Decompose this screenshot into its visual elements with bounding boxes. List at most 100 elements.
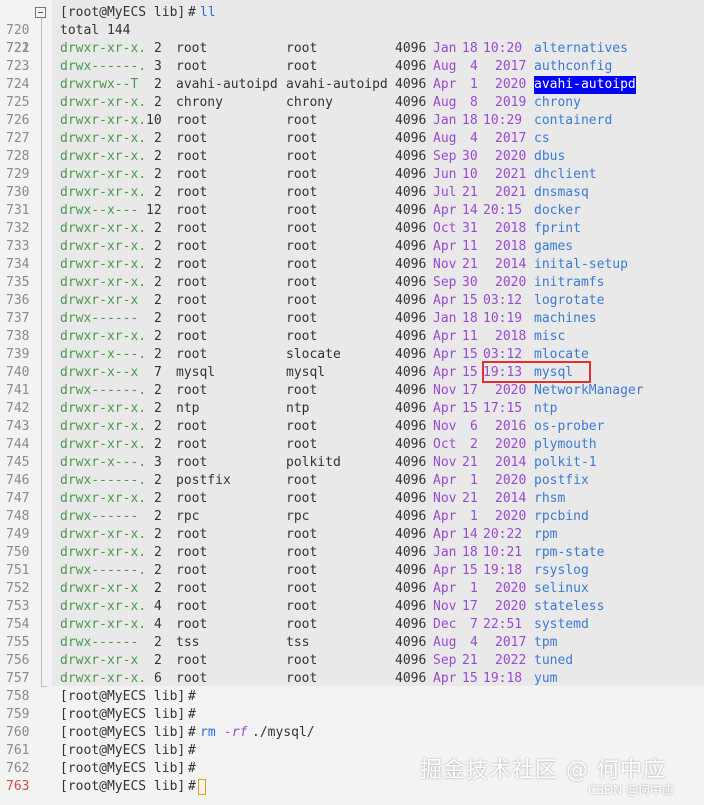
file-size: 4096 bbox=[395, 581, 427, 596]
group: root bbox=[286, 293, 318, 308]
watermark-juejin: 掘金技术社区 @ 何中应 bbox=[420, 758, 666, 783]
directory-name: systemd bbox=[534, 617, 589, 632]
month: Aug bbox=[433, 95, 457, 110]
permissions: drwx------ bbox=[60, 509, 139, 524]
listing-row: 740 drwxr-x--x 7 mysql mysql 4096 Apr 15 19:13 my… bbox=[0, 364, 704, 382]
time-or-year: 2018 bbox=[495, 239, 527, 254]
group: root bbox=[286, 311, 318, 326]
permissions: drwxr-xr-x. bbox=[60, 239, 147, 254]
line-number: 751 bbox=[6, 563, 30, 578]
group: root bbox=[286, 167, 318, 182]
owner: root bbox=[176, 653, 208, 668]
directory-name: logrotate bbox=[534, 293, 605, 308]
line-number: 757 bbox=[6, 671, 30, 686]
listing-row: 750 drwxr-xr-x. 2 root root 4096 Jan 18 10:21 rpm… bbox=[0, 544, 704, 562]
day: 15 bbox=[462, 563, 478, 578]
directory-name: alternatives bbox=[534, 41, 628, 56]
rm-flag: -rf bbox=[224, 725, 248, 740]
listing-row: 722 drwxr-xr-x. 2 root root 4096 Jan 18 10:20 alt… bbox=[0, 40, 704, 58]
terminal-window[interactable]: 720 [root@MyECS lib] # ll 721 total 144 … bbox=[0, 0, 704, 805]
day: 17 bbox=[462, 599, 478, 614]
shell-prompt: [root@MyECS lib] bbox=[60, 707, 186, 722]
group: root bbox=[286, 383, 318, 398]
file-size: 4096 bbox=[395, 113, 427, 128]
file-size: 4096 bbox=[395, 167, 427, 182]
day: 15 bbox=[462, 347, 478, 362]
listing-row: 742 drwxr-xr-x. 2 ntp ntp 4096 Apr 15 17:15 ntp bbox=[0, 400, 704, 418]
listing-row: 731 drwx--x--- 12 root root 4096 Apr 14 20:15 doc… bbox=[0, 202, 704, 220]
month: Apr bbox=[433, 563, 457, 578]
file-size: 4096 bbox=[395, 365, 427, 380]
day: 4 bbox=[470, 131, 478, 146]
owner: root bbox=[176, 167, 208, 182]
permissions: drwxr-xr-x. bbox=[60, 491, 147, 506]
owner: root bbox=[176, 329, 208, 344]
file-size: 4096 bbox=[395, 221, 427, 236]
link-count: 6 bbox=[154, 671, 162, 686]
link-count: 2 bbox=[154, 581, 162, 596]
day: 17 bbox=[462, 383, 478, 398]
listing-row: 744 drwxr-xr-x. 2 root root 4096 Oct 2 2020 plymo… bbox=[0, 436, 704, 454]
permissions: drwx------ bbox=[60, 635, 139, 650]
day: 6 bbox=[470, 419, 478, 434]
owner: root bbox=[176, 185, 208, 200]
line-number: 734 bbox=[6, 257, 30, 272]
directory-name: rsyslog bbox=[534, 563, 589, 578]
permissions: drwxr-xr-x. bbox=[60, 41, 147, 56]
time-or-year: 2020 bbox=[495, 77, 527, 92]
owner: root bbox=[176, 41, 208, 56]
permissions: drwx------. bbox=[60, 59, 147, 74]
month: Sep bbox=[433, 149, 457, 164]
permissions: drwx--x--- bbox=[60, 203, 139, 218]
line-number: 730 bbox=[6, 185, 30, 200]
line-number: 732 bbox=[6, 221, 30, 236]
group: ntp bbox=[286, 401, 310, 416]
file-size: 4096 bbox=[395, 473, 427, 488]
listing-row: 741 drwx------. 2 root root 4096 Nov 17 2020 Netw… bbox=[0, 382, 704, 400]
line-number: 755 bbox=[6, 635, 30, 650]
line-number: 736 bbox=[6, 293, 30, 308]
time-or-year: 19:18 bbox=[483, 563, 523, 578]
line-number: 758 bbox=[6, 689, 30, 704]
link-count: 2 bbox=[154, 275, 162, 290]
link-count: 2 bbox=[154, 239, 162, 254]
day: 4 bbox=[470, 635, 478, 650]
owner: root bbox=[176, 527, 208, 542]
month: Jan bbox=[433, 311, 457, 326]
directory-name: misc bbox=[534, 329, 566, 344]
link-count: 10 bbox=[146, 113, 162, 128]
file-size: 4096 bbox=[395, 329, 427, 344]
line-number: 722 bbox=[6, 41, 30, 56]
owner: root bbox=[176, 257, 208, 272]
day: 21 bbox=[462, 653, 478, 668]
time-or-year: 2014 bbox=[495, 455, 527, 470]
month: Apr bbox=[433, 203, 457, 218]
link-count: 2 bbox=[154, 653, 162, 668]
directory-name: dbus bbox=[534, 149, 566, 164]
permissions: drwxr-xr-x. bbox=[60, 131, 147, 146]
directory-name: selinux bbox=[534, 581, 589, 596]
day: 30 bbox=[462, 275, 478, 290]
day: 21 bbox=[462, 185, 478, 200]
month: Apr bbox=[433, 365, 457, 380]
time-or-year: 2020 bbox=[495, 473, 527, 488]
file-size: 4096 bbox=[395, 617, 427, 632]
line-number: 747 bbox=[6, 491, 30, 506]
directory-name: os-prober bbox=[534, 419, 605, 434]
prompt-hash: # bbox=[188, 761, 196, 776]
permissions: drwxrwx--T bbox=[60, 77, 139, 92]
line-number: 742 bbox=[6, 401, 30, 416]
permissions: drwxr-xr-x. bbox=[60, 113, 147, 128]
permissions: drwxr-xr-x. bbox=[60, 221, 147, 236]
link-count: 3 bbox=[154, 455, 162, 470]
file-size: 4096 bbox=[395, 419, 427, 434]
directory-name: rhsm bbox=[534, 491, 566, 506]
time-or-year: 10:20 bbox=[483, 41, 523, 56]
owner: avahi-autoipd bbox=[176, 77, 278, 92]
group: root bbox=[286, 671, 318, 686]
permissions: drwxr-xr-x. bbox=[60, 257, 147, 272]
owner: root bbox=[176, 149, 208, 164]
group: root bbox=[286, 491, 318, 506]
month: Jun bbox=[433, 167, 457, 182]
terminal-line: 758 [root@MyECS lib] # bbox=[0, 688, 704, 706]
